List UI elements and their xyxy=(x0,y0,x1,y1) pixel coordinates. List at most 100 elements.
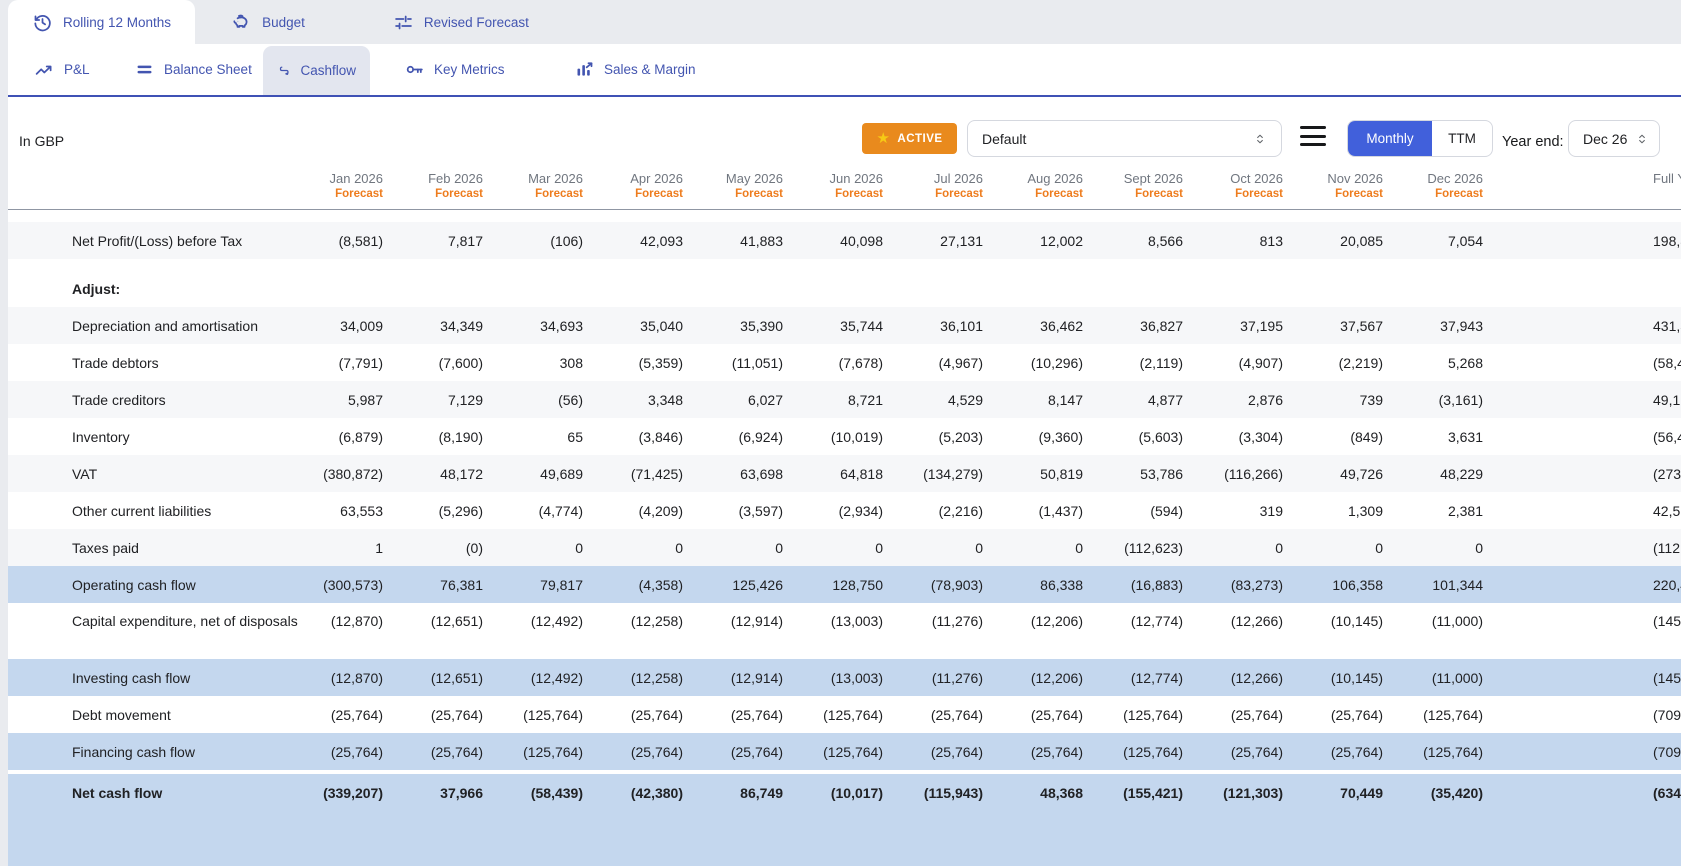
cell: 70,449 xyxy=(1340,785,1383,801)
column-month: Feb 2026 xyxy=(428,171,483,186)
menu-icon[interactable] xyxy=(1300,126,1326,146)
cell: (3,161) xyxy=(1438,391,1483,408)
cell: (13,003) xyxy=(830,669,883,686)
cell: 48,172 xyxy=(440,465,483,482)
cell: 125,426 xyxy=(732,576,783,593)
cell: (12,870) xyxy=(330,669,383,686)
cell: 813 xyxy=(1259,232,1283,249)
cell: (4,774) xyxy=(538,502,583,519)
cell: (12,492) xyxy=(530,613,583,629)
cell: 101,344 xyxy=(1432,576,1483,593)
cell: 37,567 xyxy=(1340,317,1383,334)
cell: (125,764) xyxy=(1423,706,1483,723)
column-forecast-tag: Forecast xyxy=(1335,188,1383,200)
cell: (2,216) xyxy=(938,502,983,519)
scenario-select[interactable]: Default xyxy=(967,120,1282,157)
toggle-monthly[interactable]: Monthly xyxy=(1348,121,1432,156)
tab-pl[interactable]: P&L xyxy=(20,44,104,95)
tab-label: Budget xyxy=(262,14,305,30)
cell: (106) xyxy=(550,232,583,249)
cell: 34,349 xyxy=(440,317,483,334)
tab-label: Balance Sheet xyxy=(164,62,252,77)
tab-label: Key Metrics xyxy=(434,62,505,77)
table-row: Other current liabilities 63,553 (5,296) (4… xyxy=(8,492,1681,529)
cell: (5,603) xyxy=(1138,428,1183,445)
table-row: Trade creditors 5,987 7,129 (56) 3,348 6,027 8… xyxy=(8,381,1681,418)
cell: (112,623) xyxy=(1124,539,1183,556)
tab-budget[interactable]: Budget xyxy=(207,0,329,44)
cell: 431,3 xyxy=(1653,317,1681,334)
cell: 37,966 xyxy=(440,785,483,801)
row-label: Investing cash flow xyxy=(72,669,191,686)
column-forecast-tag: Forecast xyxy=(335,188,383,200)
cell: 27,131 xyxy=(940,232,983,249)
tab-revised-forecast[interactable]: Revised Forecast xyxy=(369,0,553,44)
table-row: Debt movement (25,764) (25,764) (125,764) (2… xyxy=(8,696,1681,733)
cell: 5,987 xyxy=(347,391,383,408)
cell: (1,437) xyxy=(1038,502,1083,519)
cell: (116,266) xyxy=(1224,465,1283,482)
cell: (12,651) xyxy=(430,613,483,629)
cell: 4,877 xyxy=(1147,391,1183,408)
cell: (121,303) xyxy=(1223,785,1283,801)
cell: (25,764) xyxy=(730,743,783,760)
cell: 739 xyxy=(1359,391,1383,408)
row-label: Trade debtors xyxy=(72,354,159,371)
cell: (83,273) xyxy=(1230,576,1283,593)
cell: (58,439) xyxy=(530,785,583,801)
cell: 0 xyxy=(1475,539,1483,556)
cell: (42,380) xyxy=(630,785,683,801)
cell: 50,819 xyxy=(1040,465,1083,482)
year-end-value: Dec 26 xyxy=(1583,130,1628,147)
row-label: Debt movement xyxy=(72,706,171,723)
column-month: Apr 2026 xyxy=(630,171,683,186)
cell: 8,566 xyxy=(1147,232,1183,249)
column-forecast-tag: Forecast xyxy=(635,188,683,200)
column-header: Sept 2026 Forecast xyxy=(1100,170,1200,202)
cell: 0 xyxy=(1375,539,1383,556)
year-end-select[interactable]: Dec 26 xyxy=(1568,120,1660,157)
row-label: Other current liabilities xyxy=(72,502,212,519)
cell: 49,726 xyxy=(1340,465,1383,482)
active-badge-label: ACTIVE xyxy=(897,132,943,145)
cell: 106,358 xyxy=(1332,576,1383,593)
active-scenario-badge[interactable]: ★ ACTIVE xyxy=(862,123,957,154)
column-month: Jul 2026 xyxy=(933,171,983,186)
cell: (7,600) xyxy=(438,354,483,371)
cell: 86,338 xyxy=(1040,576,1083,593)
column-month: Full Y xyxy=(1653,171,1681,186)
cell: (2,219) xyxy=(1338,354,1383,371)
tab-balance-sheet[interactable]: Balance Sheet xyxy=(120,44,266,95)
cell: (25,764) xyxy=(430,706,483,723)
cell: 1,309 xyxy=(1347,502,1383,519)
cell: (4,358) xyxy=(638,576,683,593)
cell: (12,651) xyxy=(430,669,483,686)
cell: (25,764) xyxy=(930,743,983,760)
column-month: Mar 2026 xyxy=(528,171,583,186)
cell: (709,1 xyxy=(1653,743,1681,760)
cell: (25,764) xyxy=(730,706,783,723)
cell: (12,266) xyxy=(1230,613,1283,629)
cell: (12,774) xyxy=(1130,669,1183,686)
cell: 35,390 xyxy=(740,317,783,334)
cell: (634,5 xyxy=(1653,785,1681,801)
column-header: Feb 2026 Forecast xyxy=(400,170,500,202)
bar-chart-arrow-icon xyxy=(577,62,593,76)
cell: 48,229 xyxy=(1440,465,1483,482)
cell: (25,764) xyxy=(330,706,383,723)
tab-cashflow[interactable]: Cashflow xyxy=(263,46,370,95)
toggle-ttm[interactable]: TTM xyxy=(1432,121,1492,156)
tab-key-metrics[interactable]: Key Metrics xyxy=(390,44,519,95)
cell: (13,003) xyxy=(830,613,883,629)
row-label: VAT xyxy=(72,465,98,482)
tab-sales-margin[interactable]: Sales & Margin xyxy=(560,44,710,95)
row-label: Operating cash flow xyxy=(72,576,196,593)
cell: (4,209) xyxy=(638,502,683,519)
cell: 35,040 xyxy=(640,317,683,334)
cell: 2,381 xyxy=(1447,502,1483,519)
scenario-selected-value: Default xyxy=(982,130,1027,147)
cell: (380,872) xyxy=(323,465,383,482)
tab-rolling-12-months[interactable]: Rolling 12 Months xyxy=(8,0,196,44)
cell: 3,348 xyxy=(647,391,683,408)
cell: (56) xyxy=(558,391,583,408)
